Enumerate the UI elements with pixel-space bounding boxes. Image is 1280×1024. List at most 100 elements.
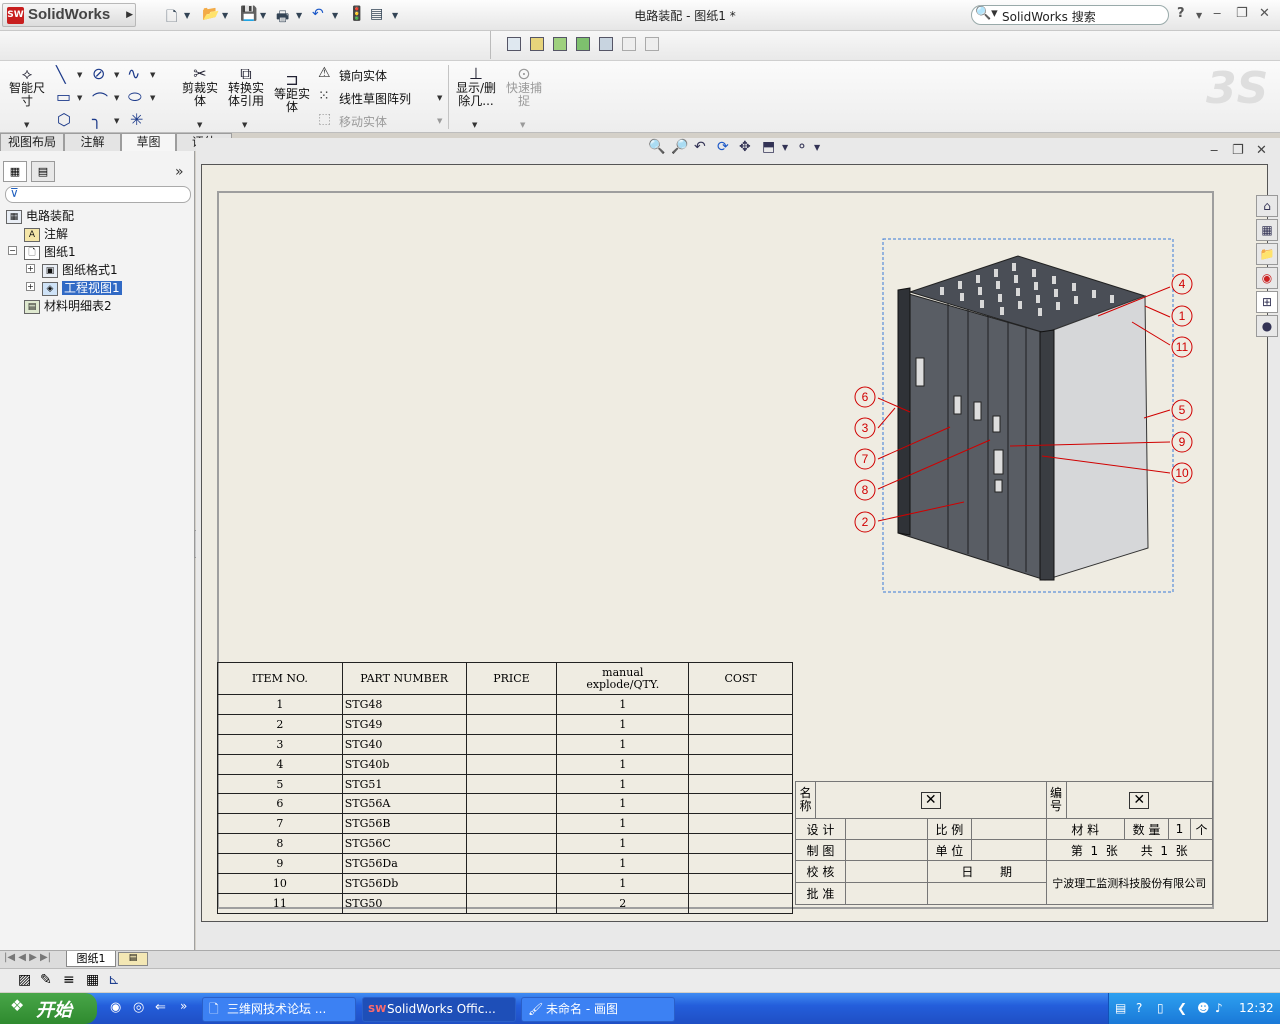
smart-dimension-button[interactable]: ⟡ 智能尺寸 [5,66,49,108]
sheet-tab[interactable]: 图纸1 [66,951,116,967]
display-dropdown-icon[interactable]: ▼ [782,143,788,152]
fillet-dropdown-icon[interactable]: ▼ [114,117,119,125]
file-explorer-icon[interactable]: 📁 [1256,243,1278,265]
quicklaunch-outlook-icon[interactable]: ◎ [133,1000,144,1015]
property-manager-tab-icon[interactable]: ▤ [31,161,55,182]
balloon-5[interactable]: 5 [1179,403,1186,417]
doc-restore-button[interactable]: ❐ [1232,143,1244,158]
table-row[interactable]: 4 STG40b 1 [217,753,793,775]
minimize-button[interactable]: ‒ [1213,6,1221,21]
balloon-2[interactable]: 2 [862,515,869,529]
save-icon[interactable]: 💾 [240,6,257,24]
table-row[interactable]: 11 STG50 2 [217,892,793,914]
volume-icon[interactable]: ♪ [1215,1001,1223,1015]
dimension-dropdown-icon[interactable]: ▼ [24,121,29,129]
linear-pattern-button[interactable]: 线性草图阵列 [339,90,411,107]
polygon-icon[interactable]: ⬡ [57,110,71,129]
design-library-icon[interactable]: ▦ [1256,219,1278,241]
keyboard-icon[interactable]: ▤ [1115,1001,1126,1015]
undo-icon[interactable]: ↶ [312,6,324,24]
table-row[interactable]: 9 STG56Da 1 [217,853,793,875]
help-tray-icon[interactable]: ? [1136,1001,1142,1015]
tb-number-value[interactable]: ✕ [1065,781,1214,819]
tree-drawing-view[interactable]: + ◈ 工程视图1 [26,279,122,296]
table-row[interactable]: 3 STG40 1 [217,733,793,755]
circle-dropdown-icon[interactable]: ▼ [114,71,119,79]
trim-entities-button[interactable]: ✂ 剪裁实体 [178,66,222,108]
view-palette-tab-icon[interactable]: ⊞ [1256,291,1278,313]
table-row[interactable]: 5 STG51 1 [217,773,793,795]
rectangle-icon[interactable]: ▭ [56,87,71,106]
quicklaunch-more-icon[interactable]: » [180,999,187,1013]
section-view-icon[interactable] [599,37,613,51]
tb-scale-value[interactable] [970,818,1047,840]
line-style-icon[interactable]: ▦ [86,972,99,988]
layer-icon[interactable]: ▨ [18,972,31,988]
line-icon[interactable]: ╲ [56,65,66,84]
doc-minimize-button[interactable]: ‒ [1210,143,1218,158]
line-dropdown-icon[interactable]: ▼ [77,71,82,79]
undo-dropdown-icon[interactable]: ▼ [332,11,338,29]
options-dropdown-icon[interactable]: ▼ [392,11,398,29]
table-row[interactable]: 7 STG56B 1 [217,813,793,835]
balloon-6[interactable]: 6 [862,390,869,404]
open-icon[interactable]: 📂 [202,6,219,24]
save-dropdown-icon[interactable]: ▼ [260,11,266,29]
clock[interactable]: 12:32 [1239,1001,1274,1015]
tb-design-value[interactable] [844,818,928,840]
bill-of-materials-table[interactable]: ITEM NO. PART NUMBER PRICE manual explod… [217,662,793,914]
tree-root[interactable]: ▦ 电路装配 [6,207,74,224]
pattern-dropdown-icon[interactable]: ▼ [437,94,442,102]
model-view-icon[interactable] [553,37,567,51]
hide-show-dropdown-icon[interactable]: ▼ [814,143,820,152]
tree-filter-input[interactable]: ⊽ [5,186,191,203]
new-document-icon[interactable]: 🗋 [166,6,177,25]
close-button[interactable]: ✕ [1259,6,1270,21]
open-dropdown-icon[interactable]: ▼ [222,11,228,29]
feature-manager-tab-icon[interactable]: ▦ [3,161,27,182]
display-style-icon[interactable]: ⬒ [762,139,775,155]
appearances-icon[interactable]: ● [1256,315,1278,337]
balloon-8[interactable]: 8 [862,483,869,497]
tb-drawing-value[interactable] [844,839,928,861]
sheet-nav-icons[interactable]: |◀ ◀ ▶ ▶| [4,952,51,963]
print-icon[interactable]: 🖶 [276,6,289,25]
help-button[interactable]: ? [1177,6,1185,21]
doc-close-button[interactable]: ✕ [1256,143,1267,158]
tb-check-value[interactable] [844,860,928,883]
offset-entities-button[interactable]: ⊐ 等距实体 [270,72,314,114]
arc-dropdown-icon[interactable]: ▼ [114,94,119,102]
zoom-to-fit-icon[interactable]: 🔍 [648,139,665,155]
balloon-9[interactable]: 9 [1179,435,1186,449]
tab-sketch[interactable]: 草图 [121,133,176,151]
table-row[interactable]: 8 STG56C 1 [217,833,793,855]
projected-view-icon[interactable] [576,37,590,51]
tree-sheet-format[interactable]: + ▣ 图纸格式1 [26,261,118,278]
tab-view-layout[interactable]: 视图布局 [0,133,64,151]
table-row[interactable]: 2 STG49 1 [217,713,793,735]
start-button[interactable]: ❖ 开始 [0,993,97,1024]
balloon-1[interactable]: 1 [1179,309,1186,323]
tb-unit-value[interactable] [970,839,1047,861]
tb-date-value[interactable] [926,882,1047,905]
circle-icon[interactable]: ⊘ [92,64,105,83]
taskbar-item-solidworks[interactable]: SW SolidWorks Offic... [362,997,516,1022]
collapse-icon[interactable]: − [8,246,17,255]
quicklaunch-arrow-icon[interactable]: ⇐ [155,1000,166,1015]
previous-view-icon[interactable]: ↶ [694,139,706,155]
restore-button[interactable]: ❐ [1236,6,1248,21]
help-dropdown-icon[interactable]: ▼ [1196,11,1202,20]
qq-icon[interactable]: ☻ [1197,1001,1210,1015]
point-icon[interactable]: ✳ [130,110,143,129]
convert-dropdown-icon[interactable]: ▼ [242,121,247,129]
search-input[interactable]: 🔍▾ SolidWorks 搜索 [971,5,1169,25]
search-results-icon[interactable]: ◉ [1256,267,1278,289]
tree-annotations[interactable]: A 注解 [24,225,68,242]
home-icon[interactable]: ⌂ [1256,195,1278,217]
taskbar-item-forum[interactable]: 🗋 三维网技术论坛 ... [202,997,356,1022]
balloon-3[interactable]: 3 [862,421,869,435]
balloon-4[interactable]: 4 [1179,277,1186,291]
rebuild-icon[interactable]: 🚦 [348,6,365,24]
rebuild-view-icon[interactable]: ⟳ [717,139,729,155]
spline-icon[interactable]: ∿ [127,64,140,83]
